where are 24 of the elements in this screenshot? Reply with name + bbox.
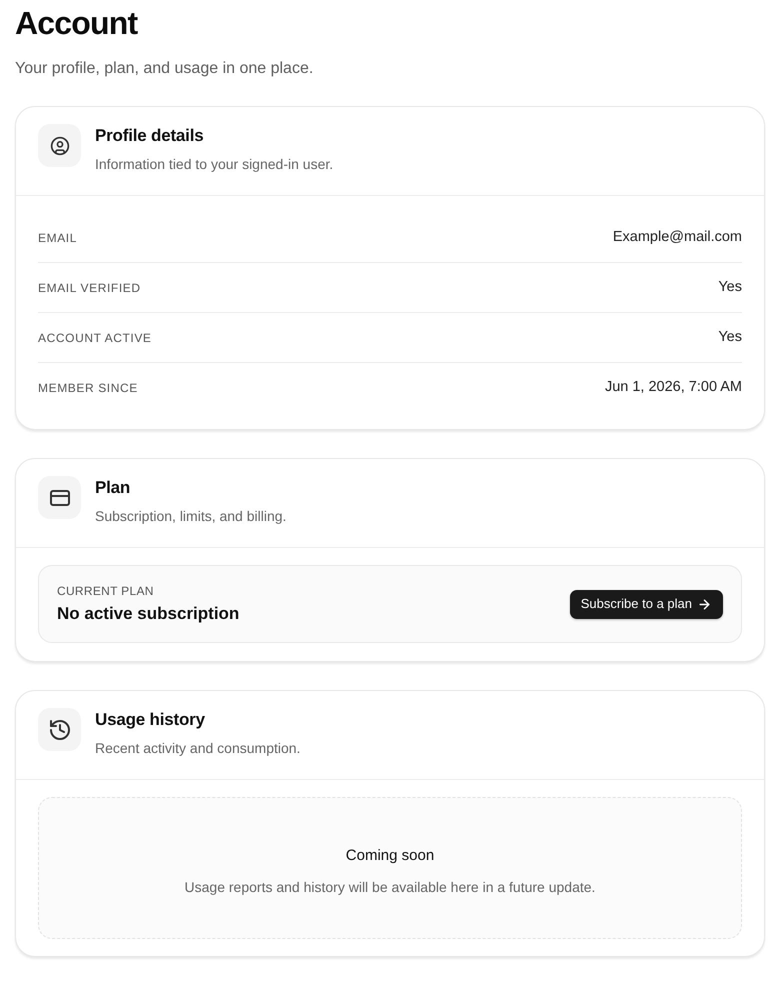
section-title: Usage history (95, 709, 206, 731)
section-description: Subscription, limits, and billing. (95, 507, 286, 526)
section-description: Recent activity and consumption. (95, 739, 300, 758)
empty-state-message: Usage reports and history will be available here in a future update. (184, 878, 596, 896)
field-label: MEMBER SINCE (38, 380, 138, 396)
field-label: EMAIL VERIFIED (38, 280, 141, 296)
field-label: EMAIL (38, 230, 78, 246)
field-value: Yes (718, 328, 742, 347)
field-value: Jun 1, 2026, 7:00 AM (604, 378, 742, 397)
plan-name: No active subscription (57, 603, 240, 625)
plan-label: CURRENT PLAN (57, 583, 155, 599)
empty-state-title: Coming soon (346, 846, 434, 866)
page-title: Account (15, 4, 139, 42)
page-subtitle: Your profile, plan, and usage in one place. (15, 59, 314, 79)
credit-card-icon (38, 476, 81, 519)
field-value: Yes (718, 278, 742, 297)
history-icon (38, 708, 81, 751)
section-description: Information tied to your signed-in user. (95, 155, 334, 174)
arrow-right-icon (699, 598, 710, 610)
subscribe-button[interactable]: Subscribe to a plan (570, 590, 723, 618)
field-label: ACCOUNT ACTIVE (38, 330, 152, 346)
section-title: Plan (95, 477, 132, 499)
section-title: Profile details (95, 125, 204, 147)
field-value: Example@mail.com (612, 228, 742, 247)
